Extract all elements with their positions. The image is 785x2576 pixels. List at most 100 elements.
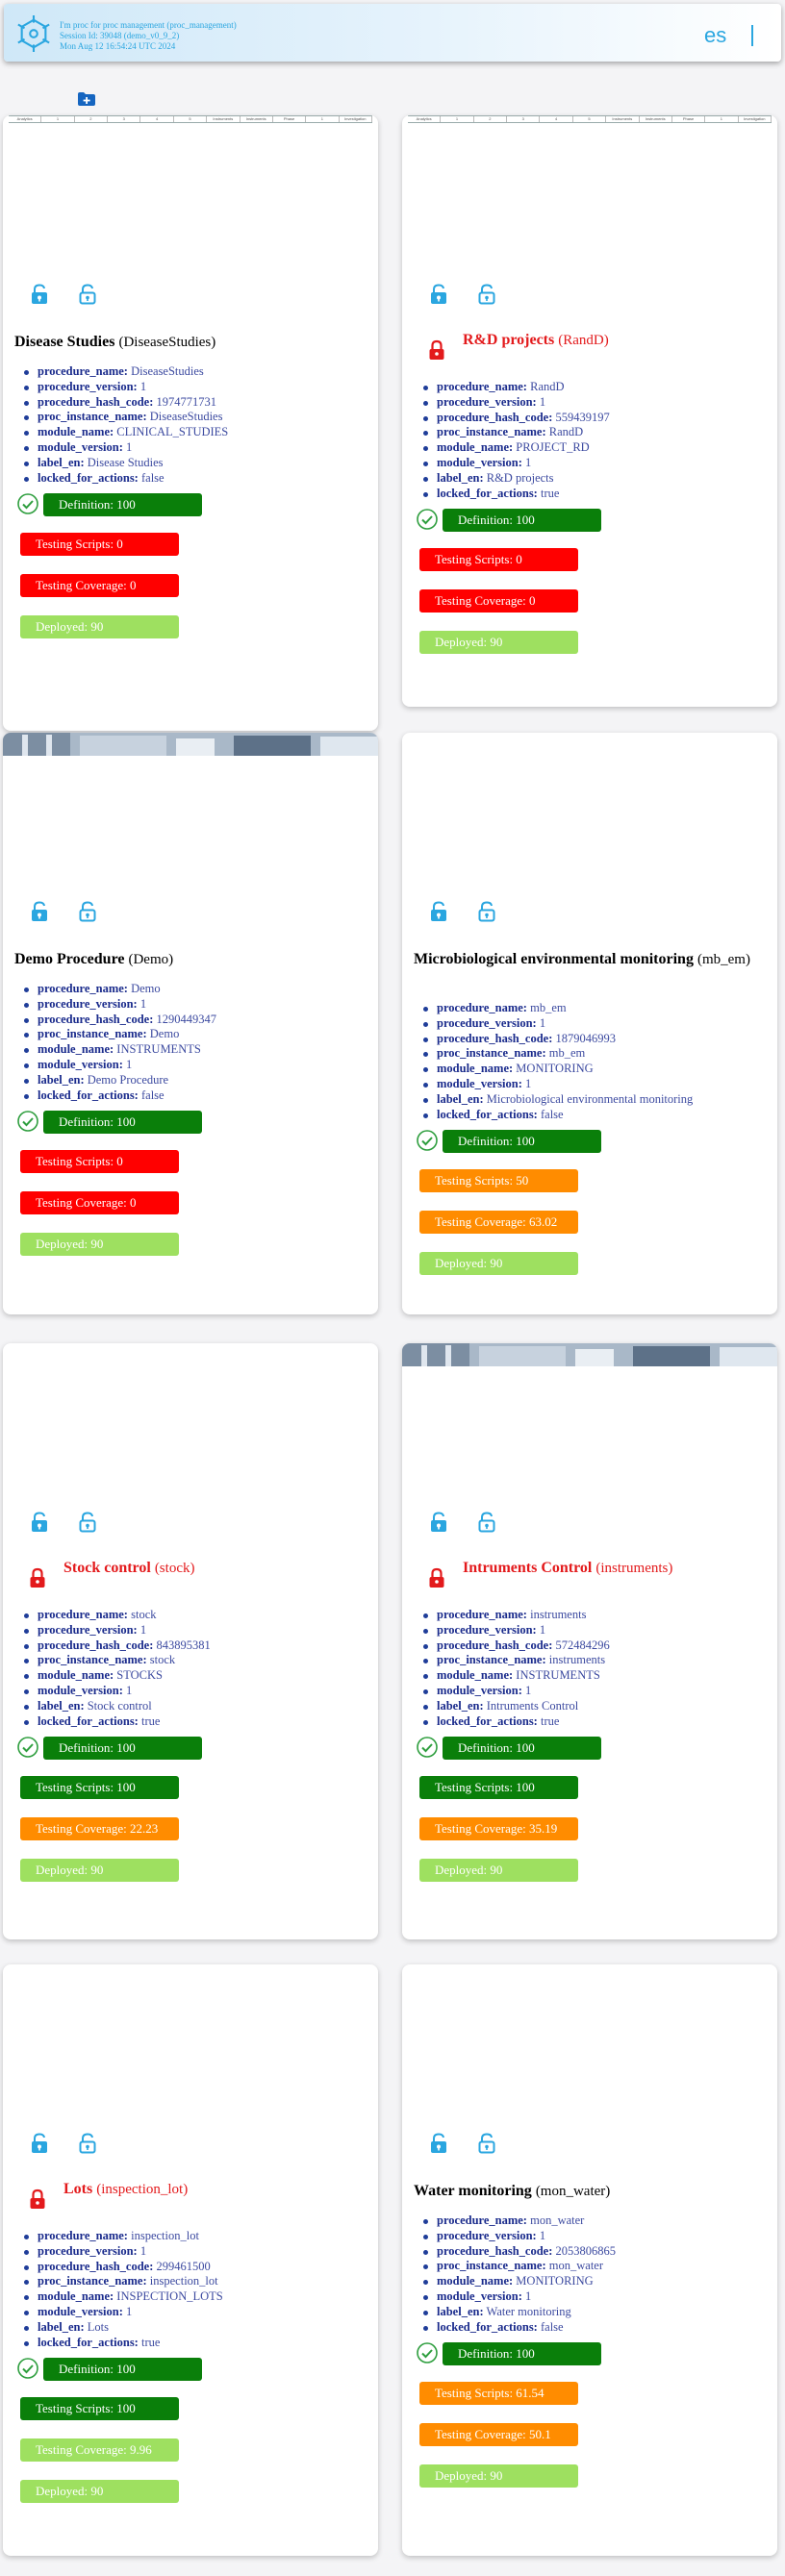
procedure-card[interactable]: Analytics 1 2 3 4 5 Instruments Instruments Phas… — [402, 115, 777, 707]
property-value: mon_water — [548, 2259, 604, 2273]
property-value: true — [540, 1713, 560, 1728]
property-item: procedure_version: 1 — [24, 2244, 223, 2260]
procedure-card[interactable]: Stock control (stock) procedure_name: sto… — [3, 1343, 378, 1939]
unlock-outline-icon[interactable] — [477, 2133, 496, 2154]
unlock-outline-icon[interactable] — [477, 284, 496, 305]
definition-badge[interactable]: Definition: 100 — [43, 2358, 202, 2382]
property-item: label_en: Water monitoring — [423, 2305, 616, 2320]
property-item: procedure_version: 1 — [423, 2229, 616, 2244]
property-value: 299461500 — [156, 2259, 211, 2273]
unlock-icon[interactable] — [30, 901, 49, 922]
testing-scripts-badge[interactable]: Testing Scripts: 100 — [20, 1776, 179, 1800]
unlock-outline-icon[interactable] — [78, 2133, 97, 2154]
definition-badge[interactable]: Definition: 100 — [443, 2342, 601, 2366]
procedure-card[interactable]: Water monitoring (mon_water) procedure_na… — [402, 1964, 777, 2556]
mini-table-cell: Analytics — [9, 116, 42, 122]
property-value: 1 — [525, 1683, 532, 1697]
property-value: MONITORING — [516, 1062, 594, 1076]
unlock-icon[interactable] — [429, 2133, 448, 2154]
testing-coverage-badge[interactable]: Testing Coverage: 0 — [20, 1191, 179, 1215]
deployed-badge[interactable]: Deployed: 90 — [419, 1252, 578, 1276]
property-key: module_name: — [38, 2289, 114, 2304]
testing-scripts-badge[interactable]: Testing Scripts: 100 — [419, 1776, 578, 1800]
deployed-badge[interactable]: Deployed: 90 — [20, 1859, 179, 1883]
testing-coverage-badge[interactable]: Testing Coverage: 50.1 — [419, 2423, 578, 2447]
property-item: label_en: Lots — [24, 2320, 223, 2336]
unlock-icon[interactable] — [30, 284, 49, 305]
unlock-outline-icon[interactable] — [477, 1512, 496, 1533]
deployed-badge[interactable]: Deployed: 90 — [20, 1233, 179, 1257]
definition-badge[interactable]: Definition: 100 — [43, 1111, 202, 1135]
definition-badge[interactable]: Definition: 100 — [43, 1737, 202, 1761]
app-logo-icon[interactable] — [15, 15, 52, 52]
property-key: procedure_hash_code: — [38, 1638, 154, 1652]
property-item: label_en: Stock control — [24, 1699, 211, 1714]
property-item: procedure_hash_code: 1974771731 — [24, 395, 228, 411]
testing-coverage-badge[interactable]: Testing Coverage: 0 — [419, 589, 578, 613]
mini-table-cell: 5 — [573, 116, 607, 122]
unlock-outline-icon[interactable] — [78, 284, 97, 305]
deployed-badge[interactable]: Deployed: 90 — [20, 2480, 179, 2504]
property-value: 1 — [126, 1683, 133, 1697]
definition-badge[interactable]: Definition: 100 — [443, 1737, 601, 1761]
testing-scripts-badge[interactable]: Testing Scripts: 61.54 — [419, 2382, 578, 2406]
property-key: proc_instance_name: — [437, 1046, 546, 1061]
app-header: I'm proc for proc management (proc_manag… — [4, 4, 781, 62]
testing-coverage-badge[interactable]: Testing Coverage: 22.23 — [20, 1817, 179, 1841]
procedure-card[interactable]: Lots (inspection_lot) procedure_name: ins… — [3, 1964, 378, 2556]
unlock-outline-icon[interactable] — [477, 901, 496, 922]
procedure-card[interactable]: Demo Procedure (Demo) procedure_name: Dem… — [3, 733, 378, 1314]
mini-table-cell: 1 — [41, 116, 75, 122]
property-key: locked_for_actions: — [38, 1713, 139, 1728]
testing-coverage-badge[interactable]: Testing Coverage: 9.96 — [20, 2438, 179, 2463]
deployed-badge[interactable]: Deployed: 90 — [20, 615, 179, 639]
deployed-badge[interactable]: Deployed: 90 — [419, 631, 578, 655]
procedure-title: R&D projects (RandD) — [463, 332, 768, 349]
property-key: locked_for_actions: — [38, 1088, 139, 1102]
mini-table-cell: 4 — [140, 116, 174, 122]
property-key: proc_instance_name: — [437, 2259, 546, 2273]
property-item: proc_instance_name: mb_em — [423, 1046, 693, 1062]
procedure-card[interactable]: Intruments Control (instruments) procedur… — [402, 1343, 777, 1939]
procedure-properties: procedure_name: RandD procedure_version: … — [423, 380, 610, 501]
language-switch[interactable]: es — [704, 23, 726, 48]
definition-badge[interactable]: Definition: 100 — [443, 1130, 601, 1154]
property-key: module_name: — [437, 2274, 514, 2288]
procedure-card[interactable]: Analytics 1 2 3 4 5 Instruments Instruments Phas… — [3, 115, 378, 731]
testing-scripts-badge[interactable]: Testing Scripts: 0 — [20, 1150, 179, 1174]
property-value: Disease Studies — [87, 455, 164, 469]
menu-toggle[interactable] — [751, 25, 753, 46]
property-key: procedure_version: — [38, 2243, 138, 2258]
procedure-code: (mon_water) — [535, 2184, 611, 2199]
lock-icon — [29, 2188, 46, 2210]
folder-plus-icon[interactable] — [78, 92, 95, 106]
deployed-badge[interactable]: Deployed: 90 — [419, 2464, 578, 2488]
testing-scripts-badge[interactable]: Testing Scripts: 0 — [419, 548, 578, 572]
procedure-card[interactable]: Microbiological environmental monitoring… — [402, 733, 777, 1314]
testing-coverage-badge[interactable]: Testing Coverage: 63.02 — [419, 1211, 578, 1235]
property-key: module_version: — [437, 1683, 522, 1697]
unlock-outline-icon[interactable] — [78, 1512, 97, 1533]
property-item: procedure_hash_code: 1290449347 — [24, 1013, 216, 1028]
testing-coverage-badge[interactable]: Testing Coverage: 35.19 — [419, 1817, 578, 1841]
unlock-icon[interactable] — [30, 2133, 49, 2154]
property-value: 1974771731 — [156, 394, 217, 409]
property-key: proc_instance_name: — [38, 1027, 147, 1041]
definition-badge[interactable]: Definition: 100 — [443, 509, 601, 533]
testing-scripts-badge[interactable]: Testing Scripts: 0 — [20, 533, 179, 557]
unlock-icon[interactable] — [429, 1512, 448, 1533]
testing-scripts-badge[interactable]: Testing Scripts: 100 — [20, 2397, 179, 2421]
testing-scripts-badge[interactable]: Testing Scripts: 50 — [419, 1169, 578, 1193]
property-item: locked_for_actions: true — [24, 1714, 211, 1730]
property-item: procedure_name: instruments — [423, 1608, 610, 1623]
procedure-code: (mb_em) — [696, 952, 750, 967]
deployed-badge[interactable]: Deployed: 90 — [419, 1859, 578, 1883]
property-value: 1 — [525, 455, 532, 469]
definition-badge[interactable]: Definition: 100 — [43, 493, 202, 517]
testing-coverage-badge[interactable]: Testing Coverage: 0 — [20, 574, 179, 598]
property-value: true — [140, 2335, 161, 2349]
unlock-icon[interactable] — [429, 901, 448, 922]
unlock-icon[interactable] — [30, 1512, 49, 1533]
unlock-outline-icon[interactable] — [78, 901, 97, 922]
unlock-icon[interactable] — [429, 284, 448, 305]
